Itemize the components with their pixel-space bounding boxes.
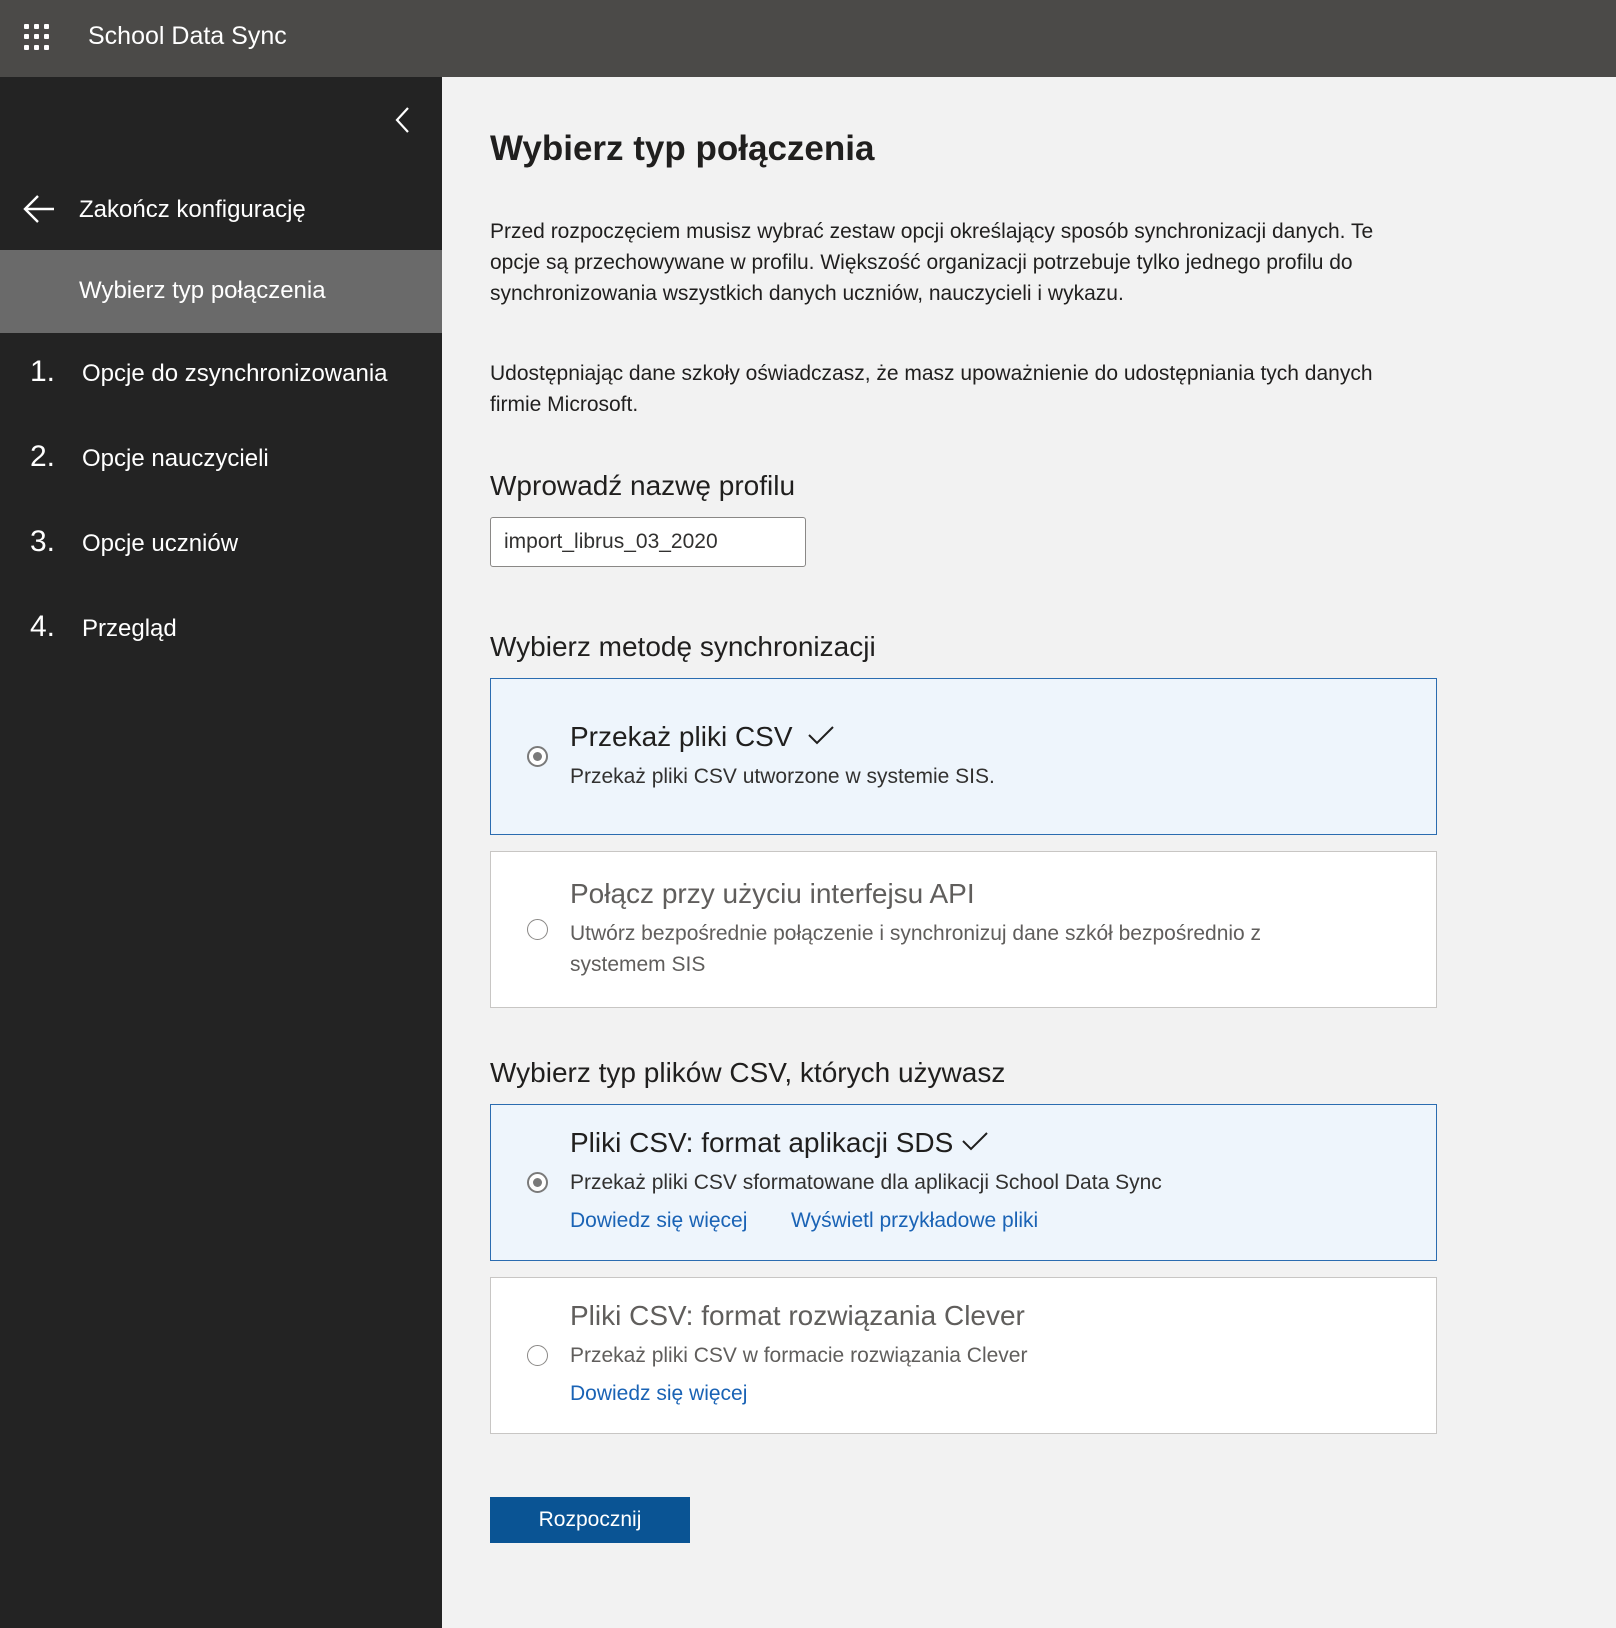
step-label: Opcje nauczycieli (82, 445, 269, 472)
sidebar-item-connection-type[interactable]: Wybierz typ połączenia (0, 250, 442, 333)
csv-type-clever-card[interactable]: Pliki CSV: format rozwiązania Clever Prz… (490, 1277, 1437, 1434)
sidebar-item-label: Wybierz typ połączenia (79, 277, 326, 304)
sidebar-step-4[interactable]: 4. Przegląd (0, 598, 442, 658)
start-button[interactable]: Rozpocznij (490, 1497, 690, 1543)
radio-csv-selected[interactable] (527, 746, 548, 767)
card-description: Utwórz bezpośrednie połączenie i synchro… (570, 922, 1262, 976)
step-number: 3. (30, 525, 56, 558)
card-title-text: Pliki CSV: format aplikacji SDS (570, 1127, 954, 1158)
view-sample-files-link[interactable]: Wyświetl przykładowe pliki (791, 1209, 1038, 1233)
radio-api[interactable] (527, 919, 548, 940)
exit-setup-label: Zakończ konfigurację (79, 196, 306, 223)
step-number: 2. (30, 440, 56, 473)
radio-clever[interactable] (527, 1345, 548, 1366)
card-title: Pliki CSV: format aplikacji SDS (570, 1127, 989, 1159)
checkmark-icon (961, 1127, 989, 1159)
page-title: Wybierz typ połączenia (490, 129, 875, 168)
sidebar-step-2[interactable]: 2. Opcje nauczycieli (0, 428, 442, 488)
sync-method-csv-card[interactable]: Przekaż pliki CSV Przekaż pliki CSV utwo… (490, 678, 1437, 835)
step-label: Opcje do zsynchronizowania (82, 360, 388, 387)
top-bar: School Data Sync (0, 0, 1616, 77)
sync-method-label: Wybierz metodę synchronizacji (490, 631, 876, 662)
step-number: 1. (30, 355, 56, 388)
card-title-text: Połącz przy użyciu interfejsu API (570, 878, 975, 909)
card-description: Przekaż pliki CSV w formacie rozwiązania… (570, 1344, 1028, 1367)
checkmark-icon (807, 721, 835, 753)
sidebar: Zakończ konfigurację Wybierz typ połącze… (0, 77, 442, 1628)
arrow-left-icon (23, 195, 54, 223)
learn-more-link[interactable]: Dowiedz się więcej (570, 1382, 747, 1406)
step-label: Przegląd (82, 615, 177, 642)
sync-method-api-card[interactable]: Połącz przy użyciu interfejsu API Utwórz… (490, 851, 1437, 1008)
chevron-left-icon[interactable] (388, 103, 418, 137)
app-launcher-icon[interactable] (24, 24, 50, 50)
csv-type-label: Wybierz typ plików CSV, których używasz (490, 1057, 1006, 1088)
consent-text: Udostępniając dane szkoły oświadczasz, ż… (490, 362, 1373, 416)
app-title: School Data Sync (88, 22, 287, 50)
card-title: Połącz przy użyciu interfejsu API (570, 878, 975, 910)
card-description: Przekaż pliki CSV sformatowane dla aplik… (570, 1171, 1162, 1194)
intro-text: Przed rozpoczęciem musisz wybrać zestaw … (490, 220, 1374, 305)
main-content: Wybierz typ połączenia Przed rozpoczęcie… (442, 77, 1616, 1628)
card-title-text: Przekaż pliki CSV (570, 721, 793, 752)
sidebar-step-1[interactable]: 1. Opcje do zsynchronizowania (0, 343, 442, 403)
step-label: Opcje uczniów (82, 530, 239, 557)
card-title: Przekaż pliki CSV (570, 721, 835, 753)
csv-type-sds-card[interactable]: Pliki CSV: format aplikacji SDS Przekaż … (490, 1104, 1437, 1261)
step-number: 4. (30, 610, 56, 643)
exit-setup-link[interactable]: Zakończ konfigurację (0, 183, 442, 235)
card-title-text: Pliki CSV: format rozwiązania Clever (570, 1300, 1025, 1331)
card-title: Pliki CSV: format rozwiązania Clever (570, 1300, 1025, 1332)
learn-more-link[interactable]: Dowiedz się więcej (570, 1209, 747, 1233)
sidebar-step-3[interactable]: 3. Opcje uczniów (0, 513, 442, 573)
profile-name-label: Wprowadź nazwę profilu (490, 470, 796, 501)
radio-sds-selected[interactable] (527, 1172, 548, 1193)
card-description: Przekaż pliki CSV utworzone w systemie S… (570, 765, 995, 788)
profile-name-input[interactable] (490, 517, 806, 567)
